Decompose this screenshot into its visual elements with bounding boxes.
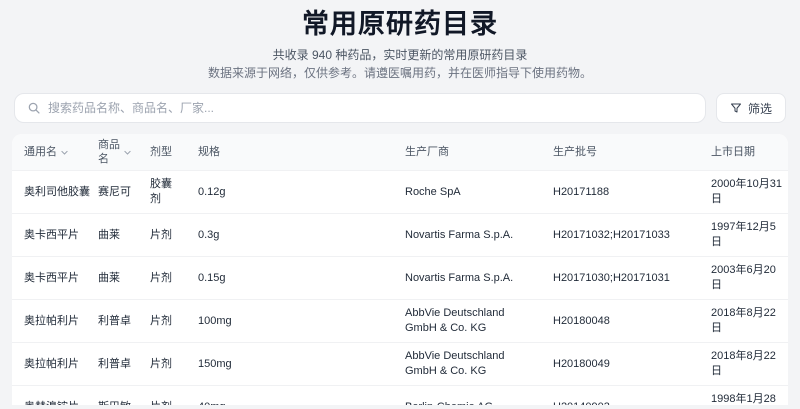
column-header-label: 规格 [198,146,220,158]
cell-manufacturer: Berlin-Chemie AG [393,385,541,405]
page-subtitle-line1: 共收录 940 种药品，实时更新的常用原研药目录 [272,48,528,62]
page-header: 常用原研药目录 共收录 940 种药品，实时更新的常用原研药目录 数据来源于网络… [0,0,800,82]
cell-dosage-form: 片剂 [138,342,186,386]
page-title: 常用原研药目录 [0,9,800,39]
column-header-manufacturer: 生产厂商 [393,134,541,171]
filter-button[interactable]: 筛选 [715,93,786,123]
cell-brand-name: 利普卓 [86,299,138,343]
cell-dosage-form: 片剂 [138,385,186,405]
cell-batch-number: H20140903 [541,385,699,405]
cell-specification: 0.15g [186,256,393,300]
column-header-label: 生产批号 [553,146,597,158]
cell-dosage-form: 胶囊剂 [138,170,186,214]
drug-table-card: 通用名 商品名 剂型 规格 生产厂商 生产批号 上市日期 奥利司他胶囊 赛尼可 … [12,134,788,405]
cell-brand-name: 利普卓 [86,342,138,386]
column-header-brand-name[interactable]: 商品名 [86,134,138,171]
column-header-label: 商品名 [98,139,120,165]
column-header-batch-number: 生产批号 [541,134,699,171]
search-box[interactable] [14,93,706,123]
page-title-text: 常用原研药目录 [302,9,498,39]
sort-chevron-icon[interactable] [123,148,132,157]
cell-brand-name: 曲莱 [86,256,138,300]
cell-generic-name: 奥卡西平片 [12,256,86,300]
cell-manufacturer: AbbVie Deutschland GmbH & Co. KG [393,299,541,343]
search-input[interactable] [48,101,693,115]
funnel-icon [730,103,741,113]
column-header-label: 通用名 [24,146,57,158]
column-header-label: 上市日期 [711,146,755,158]
table-body: 奥利司他胶囊 赛尼可 胶囊剂 0.12g Roche SpA H20171188… [12,170,788,405]
cell-batch-number: H20180048 [541,299,699,343]
table-row: 奥利司他胶囊 赛尼可 胶囊剂 0.12g Roche SpA H20171188… [12,170,788,214]
cell-manufacturer: Novartis Farma S.p.A. [393,256,541,300]
table-row: 奥卡西平片 曲莱 片剂 0.15g Novartis Farma S.p.A. … [12,256,788,300]
column-header-label: 剂型 [150,146,172,158]
table-row: 奥拉帕利片 利普卓 片剂 150mg AbbVie Deutschland Gm… [12,342,788,386]
toolbar: 筛选 [14,93,786,123]
cell-batch-number: H20180049 [541,342,699,386]
column-header-launch-date: 上市日期 [699,134,788,171]
cell-specification: 100mg [186,299,393,343]
page-subtitle-line2: 数据来源于网络，仅供参考。请遵医嘱用药，并在医师指导下使用药物。 [207,66,592,80]
cell-brand-name: 曲莱 [86,213,138,257]
cell-brand-name: 赛尼可 [86,170,138,214]
cell-batch-number: H20171188 [541,170,699,214]
cell-manufacturer: Novartis Farma S.p.A. [393,213,541,257]
column-header-generic-name[interactable]: 通用名 [12,134,86,171]
cell-generic-name: 奥利司他胶囊 [12,170,90,214]
cell-dosage-form: 片剂 [138,256,186,300]
sort-chevron-icon[interactable] [60,148,69,157]
cell-launch-date: 1997年12月5日 [699,213,788,257]
column-header-specification: 规格 [186,134,393,171]
filter-button-label: 筛选 [747,101,772,116]
cell-brand-name: 斯巴敏 [86,385,138,405]
cell-manufacturer: AbbVie Deutschland GmbH & Co. KG [393,342,541,386]
search-icon [28,102,40,114]
cell-specification: 150mg [186,342,393,386]
cell-batch-number: H20171032;H20171033 [541,213,699,257]
cell-launch-date: 2000年10月31日 [699,170,788,214]
cell-generic-name: 奥拉帕利片 [12,299,86,343]
table-header-row: 通用名 商品名 剂型 规格 生产厂商 生产批号 上市日期 [12,134,788,171]
cell-specification: 0.12g [186,170,393,214]
cell-generic-name: 奥拉帕利片 [12,342,86,386]
column-header-label: 生产厂商 [405,146,449,158]
cell-dosage-form: 片剂 [138,299,186,343]
cell-launch-date: 2018年8月22日 [699,342,788,386]
column-header-dosage-form: 剂型 [138,134,186,171]
cell-specification: 40mg [186,385,393,405]
cell-specification: 0.3g [186,213,393,257]
table-row: 奥替溴铵片 斯巴敏 片剂 40mg Berlin-Chemie AG H2014… [12,385,788,405]
cell-dosage-form: 片剂 [138,213,186,257]
cell-launch-date: 2018年8月22日 [699,299,788,343]
cell-launch-date: 2003年6月20日 [699,256,788,300]
cell-manufacturer: Roche SpA [393,170,541,214]
table-row: 奥拉帕利片 利普卓 片剂 100mg AbbVie Deutschland Gm… [12,299,788,343]
table-row: 奥卡西平片 曲莱 片剂 0.3g Novartis Farma S.p.A. H… [12,213,788,257]
cell-generic-name: 奥替溴铵片 [12,385,86,405]
cell-generic-name: 奥卡西平片 [12,213,86,257]
cell-batch-number: H20171030;H20171031 [541,256,699,300]
cell-launch-date: 1998年1月28日 [699,385,788,405]
drug-table: 通用名 商品名 剂型 规格 生产厂商 生产批号 上市日期 奥利司他胶囊 赛尼可 … [12,134,788,405]
